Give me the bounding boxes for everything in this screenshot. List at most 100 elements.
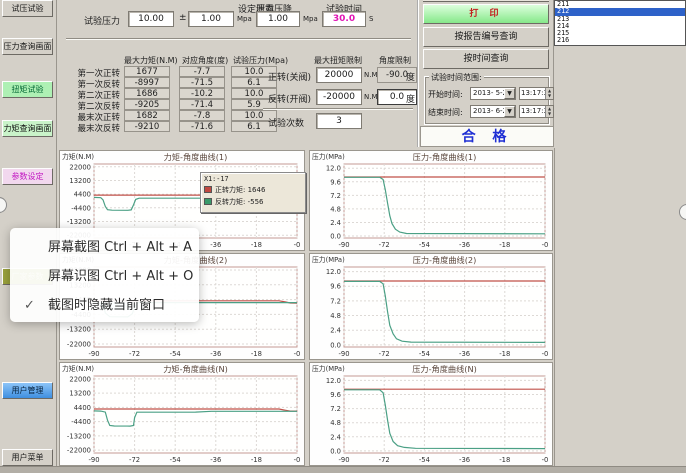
svg-text:2.4: 2.4: [330, 219, 341, 227]
sidebar-item-torque-test[interactable]: 扭矩试验: [2, 81, 53, 98]
legend-entry-label: 正转力矩: 1646: [215, 186, 265, 194]
forward-deg-unit: 度: [406, 70, 415, 83]
svg-text:-54: -54: [170, 456, 181, 464]
col-header-pressure: 试验压力(Mpa): [233, 55, 288, 66]
reverse-torque-input[interactable]: -20000: [316, 89, 362, 105]
svg-text:-0: -0: [294, 350, 301, 358]
svg-text:压力-角度曲线(1): 压力-角度曲线(1): [413, 152, 477, 162]
tolerance-input[interactable]: 1.00: [188, 11, 234, 27]
svg-text:-36: -36: [210, 350, 221, 358]
test-count-input[interactable]: 3: [316, 113, 362, 129]
svg-text:-18: -18: [251, 241, 262, 249]
col-header-torque: 最大力矩(N.M): [124, 55, 178, 66]
result-torque-value: 1686: [124, 88, 170, 99]
svg-text:-13200: -13200: [67, 432, 91, 440]
sidebar-item-torque-query[interactable]: 力矩查询画面: [2, 120, 53, 137]
report-list-item[interactable]: 211: [555, 1, 685, 8]
screenshot-context-menu: 屏幕截图 Ctrl + Alt + A 屏幕识图 Ctrl + Alt + O ✓截…: [10, 228, 199, 322]
svg-text:9.6: 9.6: [330, 391, 341, 399]
svg-text:-18: -18: [499, 456, 510, 464]
start-time-spin-icon[interactable]: ▲▼: [545, 88, 553, 99]
context-menu-item[interactable]: 屏幕截图 Ctrl + Alt + A: [10, 233, 199, 262]
svg-text:-72: -72: [129, 456, 140, 464]
svg-text:压力-角度曲线(2): 压力-角度曲线(2): [413, 255, 477, 265]
svg-text:-0: -0: [294, 456, 301, 464]
svg-text:0.0: 0.0: [330, 447, 341, 455]
test-pressure-input[interactable]: 10.00: [128, 11, 174, 27]
svg-text:-0: -0: [294, 241, 301, 249]
legend-swatch-icon: [204, 186, 212, 193]
query-by-time-button[interactable]: 按时间查询: [423, 49, 549, 69]
result-box: 合 格: [420, 126, 554, 147]
sidebar-item-pressure-test[interactable]: 试压试验: [2, 0, 53, 17]
svg-text:压力-角度曲线(N): 压力-角度曲线(N): [412, 364, 477, 374]
svg-text:-18: -18: [251, 456, 262, 464]
plus-minus-label: ±: [179, 13, 187, 23]
legend-swatch-icon: [204, 198, 212, 205]
report-list-item[interactable]: 216: [555, 37, 685, 44]
svg-text:-90: -90: [338, 350, 349, 358]
sidebar-item-param-settings[interactable]: 参数设定: [2, 168, 53, 185]
result-torque-value: 1682: [124, 110, 170, 121]
context-menu-item-label: 屏幕识图 Ctrl + Alt + O: [48, 269, 193, 284]
sidebar-item-pressure-query[interactable]: 压力查询画面: [2, 38, 53, 55]
end-time-spinner[interactable]: 13:17:35 ▲▼: [519, 105, 554, 118]
torque-limit-header: 最大扭矩限制: [314, 55, 362, 66]
end-date-dropdown-icon[interactable]: ▼: [504, 106, 515, 117]
svg-text:12.0: 12.0: [326, 268, 341, 276]
svg-text:0.0: 0.0: [330, 233, 341, 241]
svg-text:9.6: 9.6: [330, 178, 341, 186]
chart-svg: 12.09.67.24.82.40.0-90-72-54-36-18-0压力-角…: [310, 363, 552, 465]
report-list-item[interactable]: 214: [555, 23, 685, 30]
svg-text:-72: -72: [379, 456, 390, 464]
context-menu-item-label: 截图时隐藏当前窗口: [48, 298, 165, 313]
svg-text:9.6: 9.6: [330, 283, 341, 291]
leak-drop-input[interactable]: 1.00: [256, 11, 300, 27]
sidebar-item-user-menu[interactable]: 用户菜单: [2, 449, 53, 466]
reverse-deg-unit: 度: [406, 92, 415, 105]
chart-torque-n: 22000132004400-4400-13200-22000-90-72-54…: [59, 362, 305, 466]
report-list-item[interactable]: 212: [555, 8, 685, 15]
report-list-item[interactable]: 213: [555, 16, 685, 23]
result-angle-value: -71.6: [179, 121, 225, 132]
time-range-title: 试验时间范围:: [429, 72, 484, 83]
test-time-input[interactable]: 30.0: [322, 11, 366, 27]
svg-text:-72: -72: [379, 350, 390, 358]
svg-text:-90: -90: [88, 350, 99, 358]
report-list-item[interactable]: 215: [555, 30, 685, 37]
start-date-dropdown-icon[interactable]: ▼: [504, 88, 515, 99]
context-menu-item[interactable]: 屏幕识图 Ctrl + Alt + O: [10, 262, 199, 291]
legend-entry-label: 反转力矩: -556: [215, 198, 263, 206]
start-time-spinner[interactable]: 13:17:35 ▲▼: [519, 87, 554, 100]
print-button[interactable]: 打 印: [423, 4, 549, 24]
svg-text:-90: -90: [88, 456, 99, 464]
legend-cursor-value: X1:-17: [204, 175, 302, 183]
test-count-label: 试验次数: [268, 116, 304, 129]
svg-text:压力(MPa): 压力(MPa): [312, 152, 345, 161]
svg-text:-0: -0: [542, 241, 549, 249]
svg-text:-36: -36: [459, 456, 470, 464]
svg-text:4.8: 4.8: [330, 419, 341, 427]
report-number-list[interactable]: 211212213214215216: [554, 0, 686, 46]
svg-text:12.0: 12.0: [326, 165, 341, 173]
query-by-report-button[interactable]: 按报告编号查询: [423, 27, 549, 47]
svg-text:-54: -54: [419, 350, 430, 358]
svg-text:-90: -90: [338, 456, 349, 464]
query-panel: 打 印 按报告编号查询 按时间查询 试验时间范围: 开始时间: 2013- 5-…: [420, 0, 554, 147]
divider-line: [66, 38, 411, 40]
svg-text:-13200: -13200: [67, 218, 91, 226]
svg-text:7.2: 7.2: [330, 297, 341, 305]
reverse-torque-unit: N.M: [364, 93, 378, 101]
forward-torque-input[interactable]: 20000: [316, 67, 362, 83]
end-time-spin-icon[interactable]: ▲▼: [545, 106, 553, 117]
right-edge-handle[interactable]: [679, 204, 686, 220]
start-date-picker[interactable]: 2013- 5-28 ▼: [470, 87, 516, 100]
sidebar-item-user-management[interactable]: 用户管理: [2, 382, 53, 399]
svg-text:-18: -18: [499, 241, 510, 249]
svg-text:压力(MPa): 压力(MPa): [312, 255, 345, 264]
svg-text:-72: -72: [379, 241, 390, 249]
chart-svg: 12.09.67.24.82.40.0-90-72-54-36-18-0压力-角…: [310, 254, 552, 359]
context-menu-item[interactable]: ✓截图时隐藏当前窗口: [10, 291, 199, 320]
end-date-picker[interactable]: 2013- 6-27 ▼: [470, 105, 516, 118]
chart-svg: 12.09.67.24.82.40.0-90-72-54-36-18-0压力-角…: [310, 151, 552, 250]
